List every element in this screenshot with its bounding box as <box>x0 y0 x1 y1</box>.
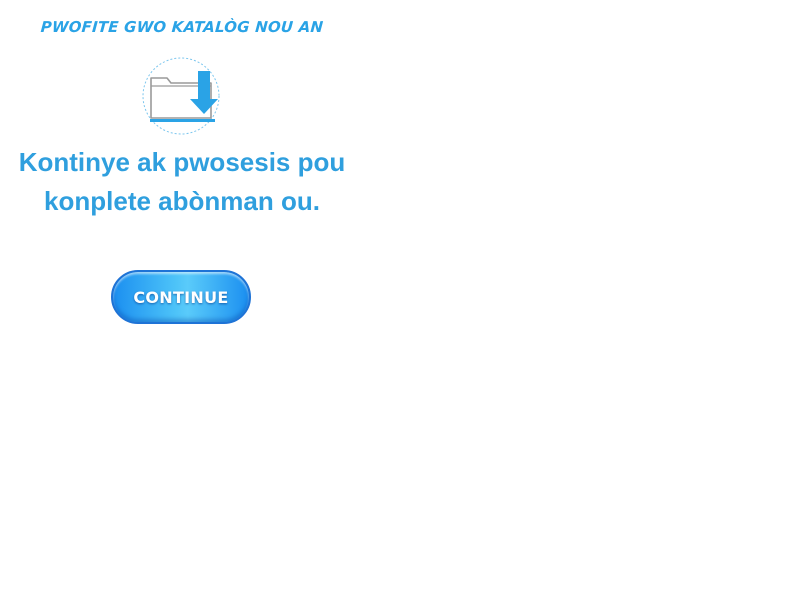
instruction-message: Kontinye ak pwosesis pou konplete abònma… <box>0 143 364 221</box>
message-line-2: konplete abònman ou. <box>44 186 320 216</box>
subscription-panel: PWOFITE GWO KATALÒG NOU AN Kontinye ak p… <box>0 0 364 340</box>
message-line-1: Kontinye ak pwosesis pou <box>18 147 346 177</box>
continue-button[interactable]: CONTINUE <box>111 270 251 324</box>
promo-headline: PWOFITE GWO KATALÒG NOU AN <box>40 18 324 36</box>
continue-button-label: CONTINUE <box>133 287 229 307</box>
folder-download-icon <box>141 56 221 136</box>
